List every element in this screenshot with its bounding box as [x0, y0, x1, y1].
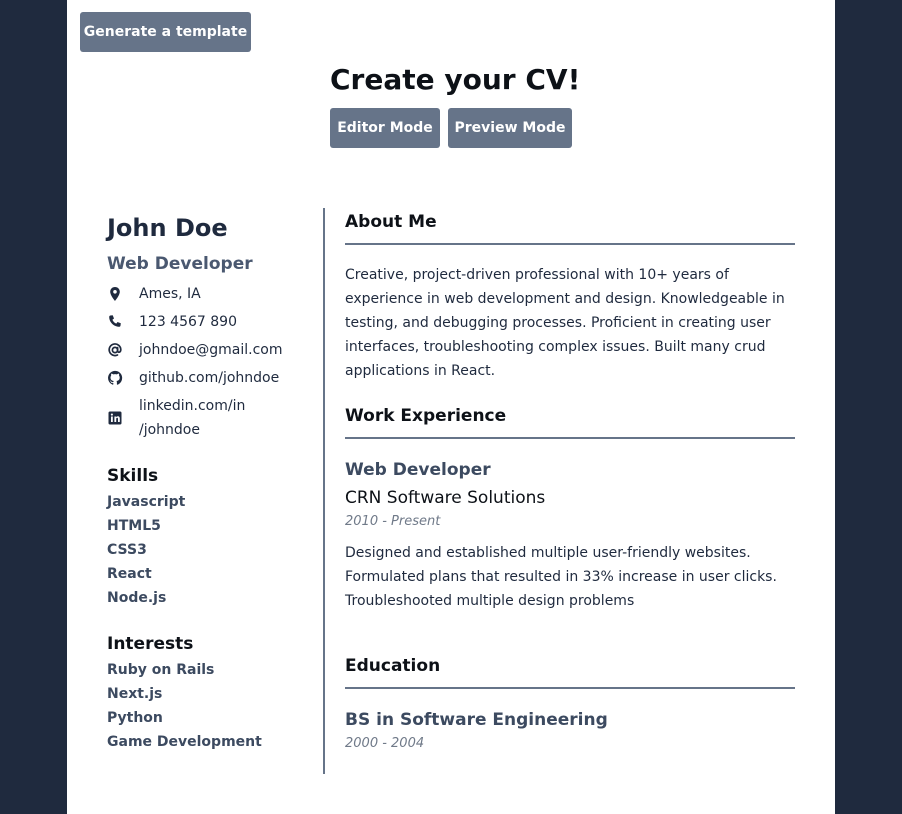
degree-title: BS in Software Engineering — [345, 710, 608, 730]
page-title: Create your CV! — [330, 63, 581, 96]
at-sign-icon — [107, 342, 123, 358]
contact-text: github.com/johndoe — [139, 370, 280, 386]
generate-template-button[interactable]: Generate a template — [80, 12, 251, 52]
section-rule — [345, 243, 795, 245]
job-description: Designed and established multiple user-f… — [345, 545, 777, 609]
skill-item: Node.js — [107, 590, 167, 606]
phone-icon — [107, 314, 123, 330]
skill-item: React — [107, 566, 152, 582]
column-divider — [323, 208, 325, 774]
profile-role: Web Developer — [107, 254, 253, 274]
contact-text: linkedin.com/in /johndoe — [139, 398, 246, 438]
about-text: Creative, project-driven professional wi… — [345, 267, 785, 379]
section-rule — [345, 437, 795, 439]
about-heading: About Me — [345, 212, 437, 232]
contact-text: johndoe@gmail.com — [139, 342, 283, 358]
skills-heading: Skills — [107, 466, 159, 486]
location-pin-icon — [107, 286, 123, 302]
work-heading: Work Experience — [345, 406, 507, 426]
linkedin-icon — [107, 410, 123, 426]
editor-mode-button[interactable]: Editor Mode — [330, 108, 440, 148]
skill-item: CSS3 — [107, 542, 147, 558]
education-heading: Education — [345, 656, 441, 676]
degree-dates: 2000 - 2004 — [345, 736, 425, 751]
job-title: Web Developer — [345, 460, 491, 480]
contact-text: Ames, IA — [139, 286, 201, 302]
skill-item: HTML5 — [107, 518, 161, 534]
job-company: CRN Software Solutions — [345, 488, 546, 508]
section-rule — [345, 687, 795, 689]
interest-item: Ruby on Rails — [107, 662, 215, 678]
cv-page: Generate a template Create your CV! Edit… — [67, 0, 835, 814]
profile-name: John Doe — [107, 214, 228, 242]
interest-item: Next.js — [107, 686, 163, 702]
interest-item: Python — [107, 710, 163, 726]
skill-item: Javascript — [107, 494, 186, 510]
interest-item: Game Development — [107, 734, 262, 750]
preview-mode-button[interactable]: Preview Mode — [448, 108, 572, 148]
job-dates: 2010 - Present — [345, 514, 441, 529]
github-icon — [107, 370, 123, 386]
interests-heading: Interests — [107, 634, 194, 654]
contact-text: 123 4567 890 — [139, 314, 237, 330]
